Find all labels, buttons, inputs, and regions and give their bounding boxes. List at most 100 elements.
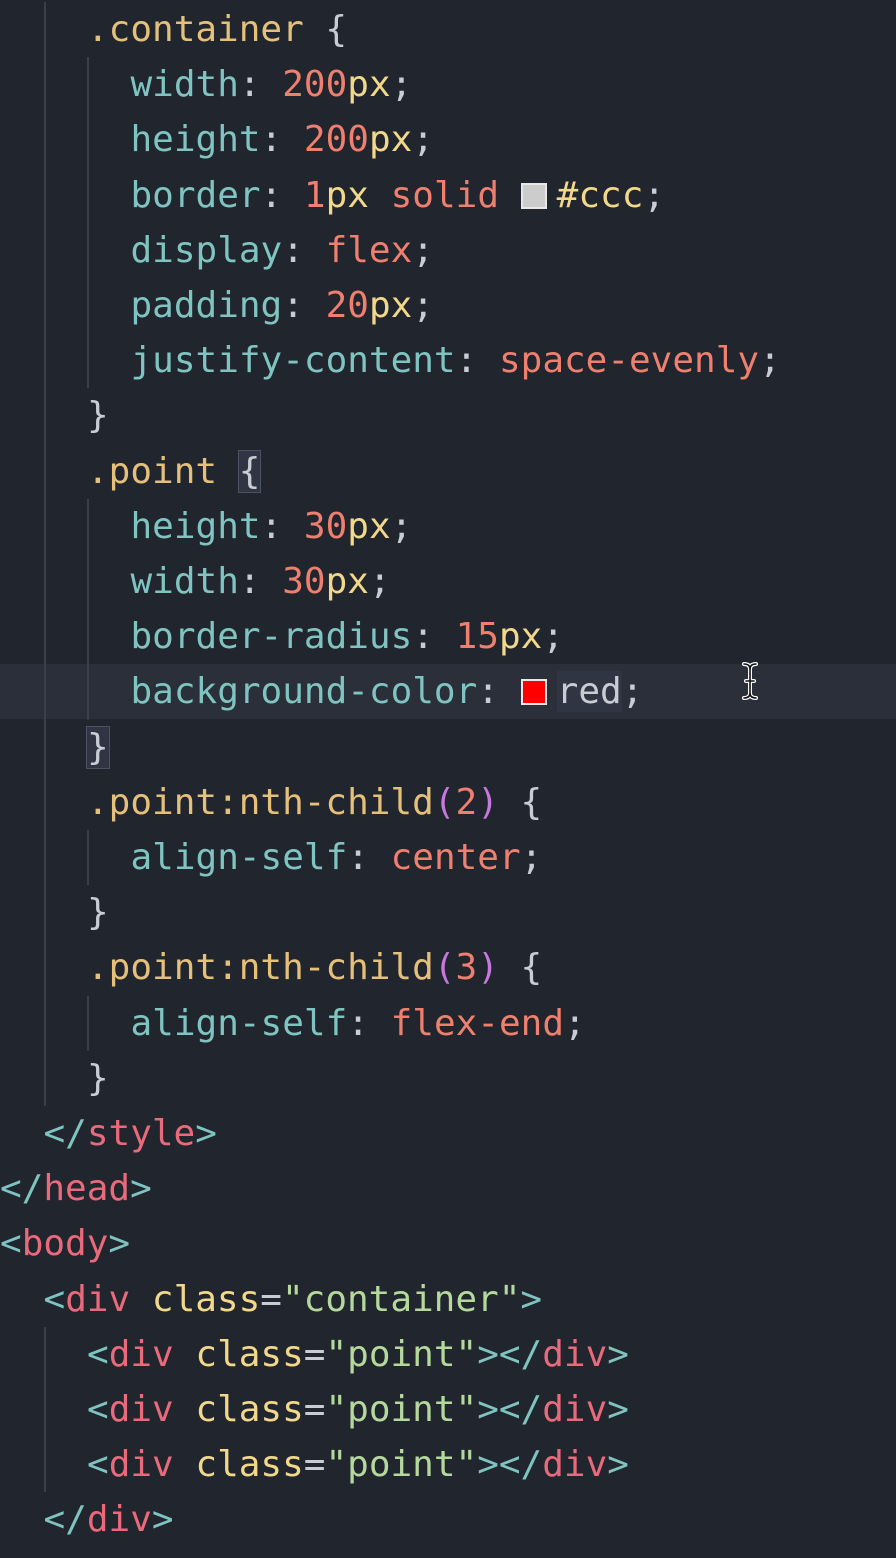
code-token: : [455, 340, 499, 382]
code-token: class [151, 1278, 261, 1320]
code-line[interactable]: padding: 20px; [131, 278, 434, 333]
code-line[interactable]: .point { [87, 444, 262, 499]
code-token: > [607, 1444, 629, 1486]
code-token: div [108, 1389, 174, 1430]
code-token: : [282, 285, 326, 326]
code-token: ></ [477, 1389, 543, 1430]
code-token: solid [368, 174, 521, 216]
code-line[interactable]: border-radius: 15px; [131, 609, 565, 664]
code-token: ; [643, 174, 666, 216]
code-line[interactable]: width: 30px; [131, 554, 391, 609]
code-token: flex-end [390, 1002, 564, 1044]
indent-guide [43, 2, 46, 1106]
code-line[interactable]: } [86, 720, 110, 775]
code-line[interactable]: border: 1px solid #ccc; [131, 168, 666, 223]
code-line[interactable]: height: 30px; [131, 499, 413, 554]
code-token: </ [43, 1113, 87, 1154]
code-token: 200 [303, 119, 369, 161]
code-line[interactable]: <body> [0, 1216, 130, 1271]
code-token: 3 [455, 947, 478, 989]
code-token: div [542, 1444, 608, 1486]
code-token: "point" [325, 1444, 478, 1486]
code-line[interactable]: .point:nth-child(3) { [87, 940, 542, 995]
code-line[interactable]: } [87, 388, 109, 443]
code-token: div [542, 1389, 608, 1430]
code-line[interactable]: <div class="point"></div> [87, 1327, 629, 1382]
code-line[interactable]: height: 200px; [131, 112, 434, 167]
code-token: .point:nth-child [87, 781, 434, 823]
code-line[interactable]: } [87, 1051, 109, 1106]
code-token: ; [621, 671, 644, 713]
code-token: </ [0, 1168, 44, 1210]
code-token: "point" [325, 1389, 478, 1430]
code-token: < [87, 1444, 109, 1486]
code-token: px [347, 505, 391, 547]
code-token: : [260, 119, 304, 161]
code-token: ( [433, 947, 456, 989]
code-token: center [390, 837, 521, 878]
code-token: ></ [477, 1444, 543, 1486]
code-line[interactable]: <div class="point"></div> [87, 1437, 629, 1492]
code-token: red [556, 671, 622, 713]
code-token: ; [412, 285, 434, 326]
code-line[interactable]: <div class="point"></div> [87, 1382, 629, 1437]
code-token: px [368, 285, 413, 326]
code-token: "container" [281, 1278, 521, 1320]
code-token: : [347, 837, 391, 878]
code-token: { [237, 449, 262, 493]
code-token: ; [564, 1002, 586, 1044]
code-token: border-radius [130, 616, 413, 658]
code-line[interactable]: .point:nth-child(2) { [87, 775, 542, 830]
code-token: px [325, 561, 369, 602]
code-token: ; [520, 837, 543, 878]
code-line[interactable]: width: 200px; [131, 57, 413, 112]
code-token: div [108, 1444, 174, 1486]
code-token: > [520, 1278, 543, 1320]
code-line[interactable]: align-self: center; [131, 830, 543, 885]
code-line[interactable]: </head> [0, 1161, 152, 1216]
indent-guide [87, 995, 89, 1051]
code-line[interactable]: </div> [44, 1492, 174, 1547]
code-token: } [87, 1057, 109, 1099]
code-token: space-evenly [498, 340, 760, 382]
code-token: { [498, 947, 543, 989]
code-token: : [238, 561, 283, 602]
code-token: 1 [303, 174, 326, 216]
code-token: > [108, 1223, 131, 1265]
code-token: border [130, 174, 261, 216]
code-editor[interactable]: .container {width: 200px; height: 200px; b… [0, 0, 896, 1558]
code-token: ; [412, 229, 434, 271]
code-line[interactable]: .container { [87, 2, 347, 57]
code-token: </ [43, 1499, 87, 1541]
code-token: align-self [130, 837, 348, 878]
code-token: display [130, 229, 283, 271]
code-line[interactable]: } [87, 885, 109, 940]
code-token: } [86, 725, 110, 769]
code-token: ; [390, 505, 413, 547]
indent-guide [87, 498, 89, 720]
code-line[interactable]: align-self: flex-end; [131, 996, 586, 1051]
code-token: #ccc [556, 174, 644, 216]
code-line[interactable]: display: flex; [131, 223, 434, 278]
code-token: style [86, 1113, 196, 1154]
code-token: : [347, 1002, 391, 1044]
code-token: > [607, 1333, 629, 1375]
code-token: .point:nth-child [87, 947, 434, 989]
code-line[interactable]: background-color: red; [130, 664, 644, 719]
code-token: .container [87, 9, 304, 50]
code-token: padding [130, 285, 283, 326]
code-token: background-color [130, 671, 478, 713]
code-token: < [87, 1333, 109, 1375]
code-token: 30 [303, 505, 348, 547]
code-token: = [260, 1278, 282, 1320]
code-line[interactable]: <div class="container"> [44, 1272, 543, 1327]
code-token: 20 [325, 285, 369, 326]
code-line[interactable]: </style> [44, 1106, 217, 1161]
code-token: : [238, 64, 283, 106]
color-swatch-icon[interactable] [520, 182, 547, 209]
color-swatch-icon[interactable] [520, 679, 547, 706]
code-line[interactable]: justify-content: space-evenly; [131, 333, 781, 388]
